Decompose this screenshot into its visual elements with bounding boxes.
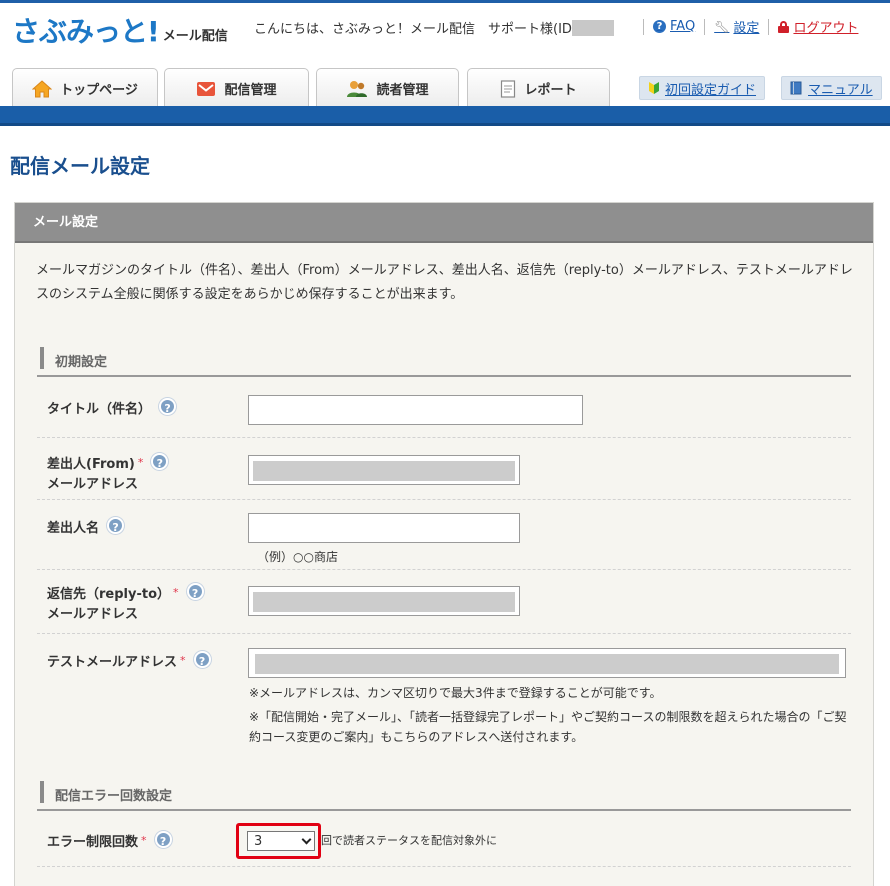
title-input[interactable] (248, 395, 583, 425)
mail-icon (196, 81, 216, 97)
label-text: 差出人名 (47, 521, 100, 536)
label-text: メールアドレス (47, 607, 139, 622)
help-icon[interactable]: ? (186, 583, 204, 600)
question-icon: ? (653, 20, 666, 33)
lock-icon (778, 20, 790, 33)
panel-title: メール設定 (15, 203, 873, 243)
book-icon (790, 81, 802, 95)
row-divider (37, 633, 851, 634)
logo-sub-text: メール配信 (162, 29, 228, 44)
required-mark: * (137, 456, 144, 469)
section-title: 初期設定 (55, 355, 108, 370)
required-mark: * (141, 834, 147, 847)
label-text: メールアドレス (47, 477, 139, 492)
label-text: エラー制限回数 (47, 835, 139, 850)
manual-button[interactable]: マニュアル (781, 76, 882, 100)
reply-to-input[interactable] (248, 586, 520, 616)
row-divider (37, 866, 851, 867)
tab-delivery-management[interactable]: 配信管理 (164, 68, 309, 108)
help-icon[interactable]: ? (193, 651, 211, 668)
tab-top-page[interactable]: トップページ (12, 68, 158, 108)
section-initial-settings: 初期設定 (37, 343, 851, 377)
label-text: 返信先（reply-to） (47, 587, 171, 602)
title-field-label: タイトル（件名）? (47, 398, 177, 420)
test-mail-note-2: ※「配信開始・完了メール」、「読者一括登録完了レポート」やご契約コースの制限数を… (249, 710, 847, 744)
user-id-redacted (571, 20, 614, 36)
wrench-icon: 🔧︎ (714, 19, 730, 34)
tab-report[interactable]: レポート (467, 68, 610, 108)
select-value: 3 (254, 833, 263, 849)
tab-reader-management[interactable]: 読者管理 (316, 68, 459, 108)
header-links: ? FAQ 🔧︎ 設定 ログアウト (634, 17, 858, 36)
from-address-label: 差出人(From) *? メールアドレス (47, 453, 169, 495)
panel-intro-text: メールマガジンのタイトル（件名）、差出人（From）メールアドレス、差出人名、返… (36, 263, 853, 302)
home-icon (32, 79, 53, 98)
error-limit-suffix: 回で読者ステータスを配信対象外に (321, 834, 497, 847)
required-mark: * (180, 654, 186, 667)
sender-name-label: 差出人名? (47, 517, 125, 539)
faq-link[interactable]: ? FAQ (653, 19, 695, 34)
error-limit-select[interactable]: 3 (247, 831, 315, 851)
required-mark: * (173, 586, 179, 599)
sender-name-example: （例）○○商店 (257, 550, 338, 564)
reply-to-label: 返信先（reply-to） *? メールアドレス (47, 583, 204, 625)
label-text: テストメールアドレス (47, 655, 178, 670)
label-text: 差出人(From) (47, 457, 135, 472)
tab-label: レポート (524, 83, 577, 98)
guide-button-label: 初回設定ガイド (665, 82, 757, 98)
users-icon (346, 80, 368, 98)
settings-link[interactable]: 🔧︎ 設定 (714, 17, 760, 37)
help-icon[interactable]: ? (159, 398, 177, 415)
section-bar (40, 781, 44, 803)
logo-main-text: さぶみっと! (12, 15, 160, 48)
manual-button-label: マニュアル (808, 82, 873, 98)
redacted-value (253, 592, 515, 612)
faq-link-label: FAQ (670, 19, 696, 34)
page-title: 配信メール設定 (10, 154, 150, 178)
logo[interactable]: さぶみっと! メール配信 (12, 16, 228, 48)
help-icon[interactable]: ? (154, 831, 172, 848)
row-divider (37, 437, 851, 438)
help-icon[interactable]: ? (151, 453, 169, 470)
help-icon[interactable]: ? (107, 517, 125, 534)
redacted-value (253, 461, 515, 481)
section-error-count: 配信エラー回数設定 (37, 777, 851, 811)
sender-name-input[interactable] (248, 513, 520, 543)
section-title: 配信エラー回数設定 (55, 789, 173, 804)
divider (768, 18, 770, 35)
error-limit-label: エラー制限回数 *? (47, 831, 172, 853)
tab-label: 読者管理 (376, 83, 429, 98)
divider (643, 18, 644, 35)
beginner-mark-icon (649, 82, 659, 94)
chevron-down-icon (301, 834, 312, 844)
test-mail-input[interactable] (248, 648, 846, 678)
greeting: こんにちは、さぶみっと！メール配信 サポート様(ID (254, 18, 614, 37)
row-divider (37, 499, 851, 500)
tab-label: 配信管理 (224, 83, 277, 98)
mail-settings-panel: メール設定 メールマガジンのタイトル（件名）、差出人（From）メールアドレス、… (14, 202, 874, 886)
settings-link-label: 設定 (733, 21, 760, 36)
row-divider (37, 569, 851, 570)
redacted-value (255, 654, 839, 674)
initial-setup-guide-button[interactable]: 初回設定ガイド (639, 76, 766, 100)
tab-label: トップページ (60, 83, 138, 98)
header-top-stripe (0, 0, 890, 3)
nav-bar (0, 106, 890, 126)
test-mail-note-1: ※メールアドレスは、カンマ区切りで最大3件まで登録することが可能です。 (249, 686, 662, 700)
greeting-text: こんにちは、さぶみっと！メール配信 サポート様(ID (254, 22, 572, 37)
divider (704, 18, 706, 35)
logout-link[interactable]: ログアウト (778, 17, 858, 36)
logout-link-label: ログアウト (793, 21, 859, 36)
test-mail-label: テストメールアドレス *? (47, 651, 211, 673)
report-icon (500, 79, 516, 98)
from-address-input[interactable] (248, 455, 520, 485)
label-text: タイトル（件名） (47, 402, 152, 417)
section-bar (40, 347, 44, 369)
